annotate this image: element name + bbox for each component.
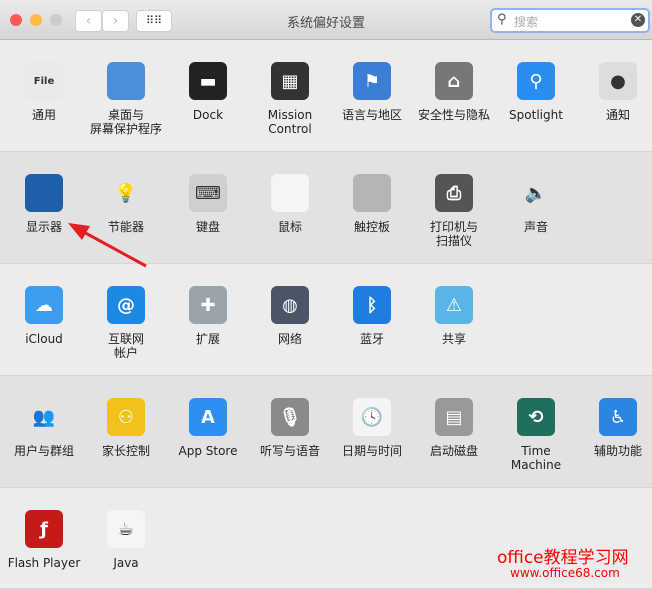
red-arrow-annotation <box>68 223 147 268</box>
